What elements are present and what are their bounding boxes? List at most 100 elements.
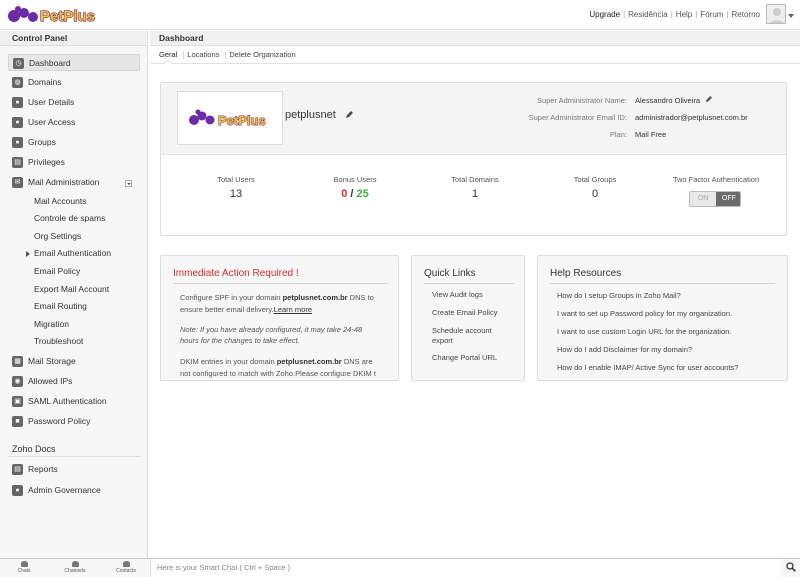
spf-domain: petplusnet.com.br xyxy=(282,293,348,302)
lock-icon: ■ xyxy=(12,416,23,427)
sidebar-item-reports[interactable]: ▤ Reports xyxy=(8,461,140,478)
sidebar-item-label: Mail Storage xyxy=(28,356,76,366)
sidebar-item-label: Mail Administration xyxy=(28,177,100,187)
spf-message: Configure SPF in your domain petplusnet.… xyxy=(180,292,380,316)
reports-icon: ▤ xyxy=(12,464,23,475)
help-link-password-policy[interactable]: I want to set up Password policy for my … xyxy=(557,309,732,318)
sidebar-item-privileges[interactable]: ▤ Privileges xyxy=(8,154,140,171)
channels-button[interactable]: Channels xyxy=(55,561,95,574)
bottom-chat-bar: Chats Channels Contacts Here is your Sma… xyxy=(0,558,800,577)
quick-link-audit-logs[interactable]: View Audit logs xyxy=(432,290,483,300)
stat-label: Total Domains xyxy=(451,175,499,184)
petplus-logo[interactable]: PetPlus xyxy=(6,4,106,26)
sidebar-item-label: Allowed IPs xyxy=(28,376,73,386)
quick-links-title: Quick Links xyxy=(424,268,476,279)
bonus-separator: / xyxy=(347,188,357,200)
two-factor-toggle[interactable]: ON OFF xyxy=(689,191,741,207)
organization-logo[interactable]: PetPlus xyxy=(177,91,283,145)
sub-item-troubleshoot[interactable]: Troubleshoot xyxy=(34,334,83,349)
top-header: PetPlus Upgrade | Residência | Help | Fórum | Re… xyxy=(0,0,800,30)
quick-link-email-policy[interactable]: Create Email Policy xyxy=(432,308,497,318)
sub-item-email-routing[interactable]: Email Routing xyxy=(34,299,87,314)
stat-total-groups: Total Groups 0 xyxy=(550,175,640,200)
stat-total-domains: Total Domains 1 xyxy=(430,175,520,200)
search-icon[interactable] xyxy=(786,562,796,572)
sidebar-item-password-policy[interactable]: ■ Password Policy xyxy=(8,413,140,430)
sidebar-item-allowed-ips[interactable]: ◉ Allowed IPs xyxy=(8,373,140,390)
divider xyxy=(550,283,775,284)
dkim-message: DKIM entries in your domain petplusnet.c… xyxy=(180,356,380,380)
contacts-button[interactable]: Contacts xyxy=(106,561,146,574)
sub-item-spam-control[interactable]: Controle de spams xyxy=(34,211,105,226)
control-panel-title: Control Panel xyxy=(0,31,147,46)
governance-icon: ● xyxy=(12,485,23,496)
help-link-disclaimer[interactable]: How do I add Disclaimer for my domain? xyxy=(557,345,692,354)
sidebar-item-groups[interactable]: ● Groups xyxy=(8,134,140,151)
admin-email-row: Super Administrator Email ID: administra… xyxy=(529,113,785,122)
sidebar-item-mail-storage[interactable]: ▦ Mail Storage xyxy=(8,353,140,370)
admin-email-label: Super Administrator Email ID: xyxy=(528,113,627,122)
sub-item-email-policy[interactable]: Email Policy xyxy=(34,264,80,279)
stat-value: 13 xyxy=(229,188,243,200)
user-access-icon: ● xyxy=(12,117,23,128)
sidebar-item-label: Dashboard xyxy=(29,58,71,68)
organization-card: PetPlus petplusnet Super Administrator N… xyxy=(160,82,787,236)
sidebar-item-user-details[interactable]: ● User Details xyxy=(8,94,140,111)
divider xyxy=(424,283,514,284)
help-link-groups[interactable]: How do I setup Groups in Zoho Mail? xyxy=(557,291,681,300)
retorno-link[interactable]: Retorno xyxy=(732,10,760,19)
admin-name-label: Super Administrator Name: xyxy=(536,96,627,105)
help-link[interactable]: Help xyxy=(676,10,692,19)
expand-arrow-icon[interactable] xyxy=(26,251,30,257)
tab-geral[interactable]: Geral xyxy=(159,50,177,59)
sub-item-email-authentication[interactable]: Email Authentication xyxy=(34,246,111,261)
help-link-imap[interactable]: How do I enable IMAP/ Active Sync for us… xyxy=(557,363,738,372)
zoho-docs-heading: Zoho Docs xyxy=(12,444,56,454)
sidebar-item-label: Domains xyxy=(28,77,62,87)
collapse-toggle-icon[interactable] xyxy=(125,180,132,187)
chats-label: Chats xyxy=(17,568,31,574)
stat-value: 0 / 25 xyxy=(310,188,400,200)
smart-chat-input[interactable]: Here is your Smart Chat ( Ctrl + Space ) xyxy=(150,559,780,577)
immediate-action-title: Immediate Action Required ! xyxy=(173,268,299,279)
groups-icon: ● xyxy=(12,137,23,148)
sidebar-item-domains[interactable]: ◍ Domains xyxy=(8,74,140,91)
globe-icon: ◍ xyxy=(12,77,23,88)
quick-link-portal-url[interactable]: Change Portal URL xyxy=(432,353,497,363)
tab-locations[interactable]: Locations xyxy=(187,50,219,59)
sub-item-export-mail-account[interactable]: Export Mail Account xyxy=(34,282,109,297)
sidebar-item-dashboard[interactable]: ◷ Dashboard xyxy=(8,54,140,71)
admin-name-value: Alessandro Oliveira xyxy=(635,96,701,105)
avatar[interactable] xyxy=(766,4,786,24)
sub-item-org-settings[interactable]: Org Settings xyxy=(34,229,81,244)
help-resources-title: Help Resources xyxy=(550,268,622,279)
channels-label: Channels xyxy=(64,568,86,574)
toggle-on[interactable]: ON xyxy=(690,192,716,206)
chats-button[interactable]: Chats xyxy=(4,561,44,574)
sidebar-item-saml[interactable]: ▣ SAML Authentication xyxy=(8,393,140,410)
sidebar-item-label: Privileges xyxy=(28,157,65,167)
tab-delete-organization[interactable]: Delete Organization xyxy=(229,50,295,59)
help-link-login-url[interactable]: I want to use custom Login URL for the o… xyxy=(557,327,731,336)
dashboard-icon: ◷ xyxy=(13,58,24,69)
quick-link-account-export[interactable]: Schedule account export xyxy=(432,326,512,346)
sub-item-migration[interactable]: Migration xyxy=(34,317,69,332)
stat-label: Total Groups xyxy=(573,175,617,184)
sidebar-item-mail-administration[interactable]: ✉ Mail Administration xyxy=(8,174,140,191)
sidebar-item-label: Reports xyxy=(28,464,58,474)
tab-bar: Geral | Locations | Delete Organization xyxy=(159,50,296,59)
sidebar-item-label: Groups xyxy=(28,137,56,147)
svg-text:PetPlus: PetPlus xyxy=(40,8,95,25)
avatar-caret-icon[interactable] xyxy=(788,14,794,18)
forum-link[interactable]: Fórum xyxy=(700,10,723,19)
sidebar-item-user-access[interactable]: ● User Access xyxy=(8,114,140,131)
upgrade-link[interactable]: Upgrade xyxy=(589,10,620,19)
sub-item-mail-accounts[interactable]: Mail Accounts xyxy=(34,194,86,209)
edit-pencil-icon[interactable] xyxy=(345,111,353,119)
admin-email-value: administrador@petplusnet.com.br xyxy=(635,113,748,122)
residencia-link[interactable]: Residência xyxy=(628,10,668,19)
learn-more-link[interactable]: Learn more xyxy=(274,305,312,314)
sidebar-item-admin-governance[interactable]: ● Admin Governance xyxy=(8,482,140,499)
toggle-off[interactable]: OFF xyxy=(716,192,740,206)
edit-admin-icon[interactable] xyxy=(705,96,713,103)
